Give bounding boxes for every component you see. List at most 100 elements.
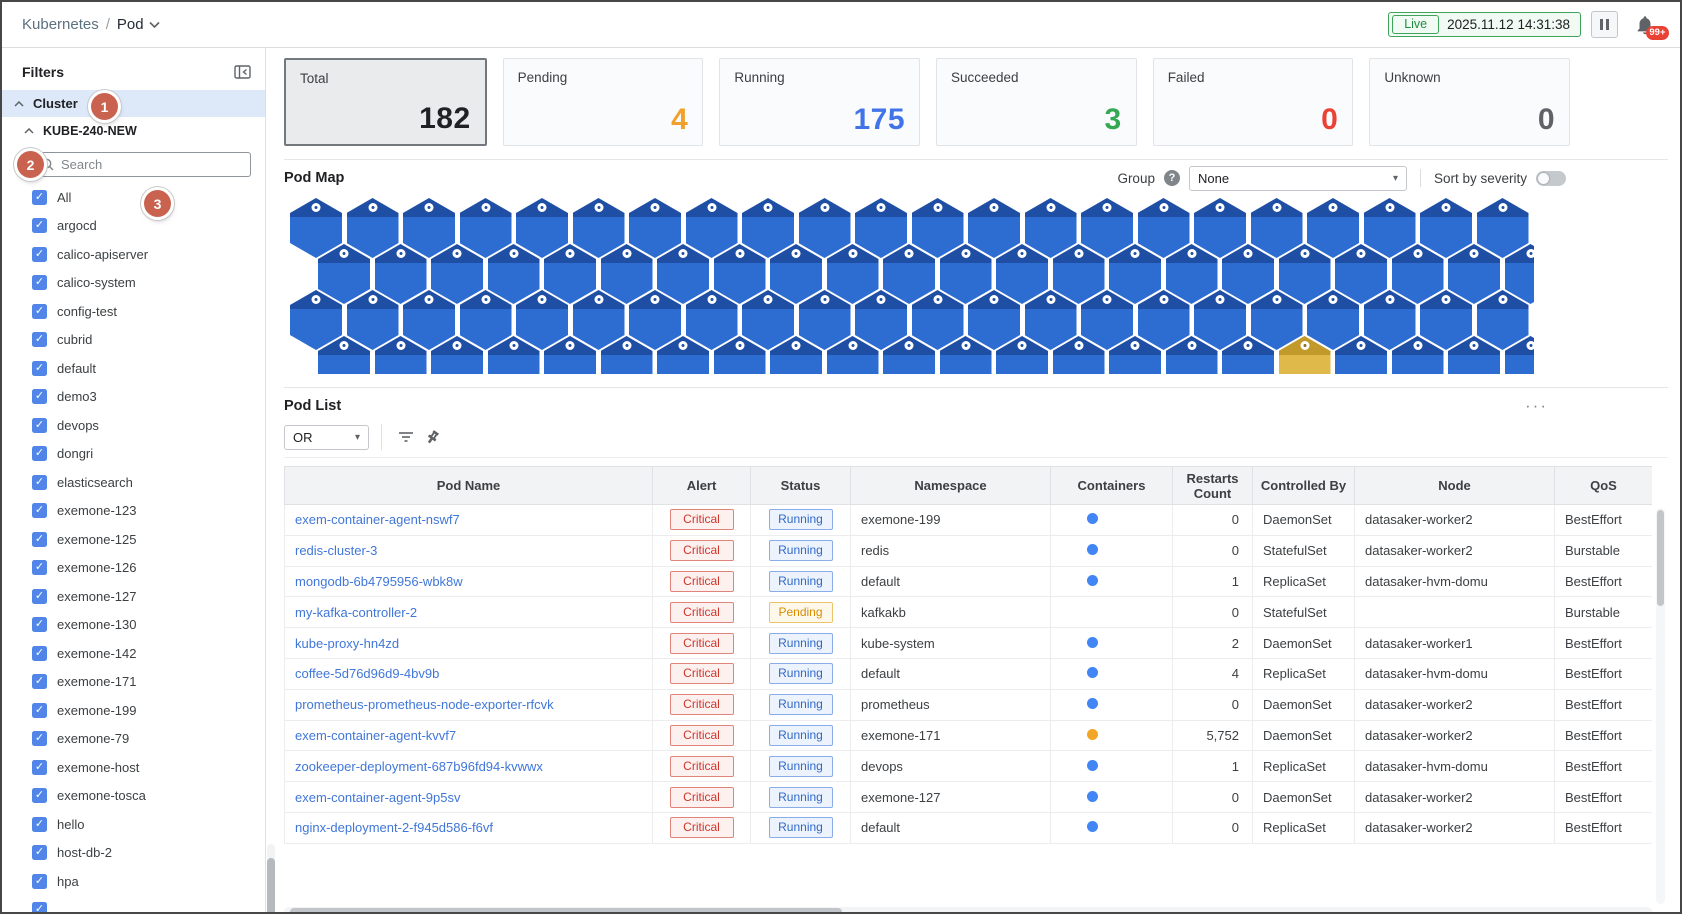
namespace-filter-item[interactable]: ✓ elasticsearch (2, 468, 265, 497)
column-header-pod-name[interactable]: Pod Name (284, 466, 653, 505)
pod-hexagon[interactable] (770, 336, 822, 374)
namespace-filter-item[interactable]: ✓ host-db-2 (2, 839, 265, 868)
pod-hexagon[interactable] (1109, 336, 1161, 374)
pod-hexagon[interactable] (1504, 336, 1534, 374)
checkbox-checked-icon[interactable]: ✓ (32, 417, 47, 433)
breadcrumb-page-dropdown[interactable]: Pod (117, 16, 160, 33)
group-select[interactable]: None ▾ (1188, 165, 1407, 191)
column-header-namespace[interactable]: Namespace (850, 466, 1051, 505)
pod-hexagon[interactable] (996, 336, 1048, 374)
column-header-controlled-by[interactable]: Controlled By (1252, 466, 1355, 505)
pod-hexagon[interactable] (1448, 336, 1500, 374)
namespace-filter-item[interactable]: ✓ exemone-tosca (2, 782, 265, 811)
sidebar-collapse-button[interactable] (234, 65, 251, 79)
alert-badge[interactable]: Critical (669, 601, 734, 623)
checkbox-checked-icon[interactable]: ✓ (32, 617, 47, 633)
namespace-filter-item[interactable]: ✓ config-test (2, 297, 265, 326)
alert-badge[interactable]: Critical (669, 786, 734, 808)
filter-operator-select[interactable]: OR ▾ (284, 424, 369, 450)
pod-hexagon[interactable] (1165, 336, 1218, 374)
alert-badge[interactable]: Critical (669, 724, 734, 746)
checkbox-checked-icon[interactable]: ✓ (32, 816, 47, 832)
pod-hexagon[interactable] (600, 336, 653, 374)
pod-name-link[interactable]: mongodb-6b4795956-wbk8w (295, 574, 463, 589)
namespace-filter-item[interactable]: ✓ cubrid (2, 326, 265, 355)
checkbox-checked-icon[interactable]: ✓ (32, 218, 47, 234)
checkbox-checked-icon[interactable]: ✓ (32, 645, 47, 661)
status-badge[interactable]: Running (768, 786, 833, 808)
column-header-containers[interactable]: Containers (1050, 466, 1173, 505)
status-badge[interactable]: Running (768, 817, 833, 839)
breadcrumb-root[interactable]: Kubernetes (22, 16, 99, 33)
namespace-filter-item-partial[interactable]: ✓ (2, 896, 265, 912)
search-input[interactable] (61, 157, 211, 172)
alert-badge[interactable]: Critical (669, 817, 734, 839)
pod-hexagon[interactable] (487, 336, 540, 374)
table-horizontal-scrollbar[interactable] (284, 907, 1652, 912)
namespace-filter-item[interactable]: ✓ default (2, 354, 265, 383)
pod-name-link[interactable]: prometheus-prometheus-node-exporter-rfcv… (295, 697, 554, 712)
namespace-filter-item[interactable]: ✓ exemone-123 (2, 497, 265, 526)
scrollbar-thumb[interactable] (1657, 510, 1664, 606)
scrollbar-thumb[interactable] (290, 908, 842, 912)
checkbox-checked-icon[interactable]: ✓ (32, 531, 47, 547)
namespace-filter-item[interactable]: ✓ hello (2, 810, 265, 839)
alert-badge[interactable]: Critical (669, 509, 734, 531)
namespace-filter-item[interactable]: ✓ exemone-125 (2, 525, 265, 554)
tree-node-cluster-name[interactable]: KUBE-240-NEW (2, 117, 265, 144)
status-badge[interactable]: Pending (768, 601, 833, 623)
status-badge[interactable]: Running (768, 755, 833, 777)
pod-hexagon-warning[interactable] (1278, 336, 1331, 374)
namespace-filter-item[interactable]: ✓ dongri (2, 440, 265, 469)
column-header-alert[interactable]: Alert (652, 466, 751, 505)
checkbox-checked-icon[interactable]: ✓ (32, 303, 47, 319)
checkbox-checked-icon[interactable]: ✓ (32, 788, 47, 804)
pod-hexagon[interactable] (826, 336, 879, 374)
pod-hexagon[interactable] (657, 336, 709, 374)
checkbox-checked-icon[interactable]: ✓ (32, 845, 47, 861)
checkbox-checked-icon[interactable]: ✓ (32, 332, 47, 348)
namespace-filter-item[interactable]: ✓ exemone-126 (2, 554, 265, 583)
summary-card-pending[interactable]: Pending 4 (502, 58, 704, 146)
status-badge[interactable]: Running (768, 540, 833, 562)
column-header-restarts-count[interactable]: Restarts Count (1172, 466, 1253, 505)
checkbox-checked-icon[interactable]: ✓ (32, 560, 47, 576)
checkbox-checked-icon[interactable]: ✓ (32, 189, 47, 205)
namespace-filter-item[interactable]: ✓ All (2, 183, 265, 212)
namespace-filter-item[interactable]: ✓ exemone-130 (2, 611, 265, 640)
pin-button[interactable] (419, 424, 445, 450)
namespace-filter-item[interactable]: ✓ exemone-142 (2, 639, 265, 668)
status-badge[interactable]: Running (768, 663, 833, 685)
checkbox-checked-icon[interactable]: ✓ (32, 275, 47, 291)
pod-hexagon[interactable] (939, 336, 992, 374)
pod-name-link[interactable]: redis-cluster-3 (295, 543, 377, 558)
status-badge[interactable]: Running (768, 632, 833, 654)
alert-badge[interactable]: Critical (669, 540, 734, 562)
namespace-filter-item[interactable]: ✓ exemone-199 (2, 696, 265, 725)
content-vertical-scrollbar[interactable] (267, 844, 275, 912)
status-badge[interactable]: Running (768, 724, 833, 746)
pod-hexagon[interactable] (1391, 336, 1444, 374)
scrollbar-thumb[interactable] (267, 858, 275, 912)
summary-card-unknown[interactable]: Unknown 0 (1369, 58, 1571, 146)
checkbox-checked-icon[interactable]: ✓ (32, 674, 47, 690)
alert-badge[interactable]: Critical (669, 663, 734, 685)
sort-by-severity-toggle[interactable] (1536, 170, 1566, 186)
namespace-filter-item[interactable]: ✓ exemone-171 (2, 668, 265, 697)
table-vertical-scrollbar[interactable] (1656, 508, 1665, 904)
pod-hexagon[interactable] (431, 336, 483, 374)
namespace-filter-item[interactable]: ✓ argocd (2, 212, 265, 241)
namespace-filter-item[interactable]: ✓ hpa (2, 867, 265, 896)
checkbox-checked-icon[interactable]: ✓ (32, 246, 47, 262)
checkbox-checked-icon[interactable]: ✓ (32, 902, 47, 912)
pod-hexagon[interactable] (883, 336, 935, 374)
notifications-button[interactable]: 99+ (1634, 13, 1669, 40)
pod-hexagon[interactable] (374, 336, 427, 374)
checkbox-checked-icon[interactable]: ✓ (32, 702, 47, 718)
namespace-filter-item[interactable]: ✓ exemone-79 (2, 725, 265, 754)
pod-name-link[interactable]: my-kafka-controller-2 (295, 605, 417, 620)
summary-card-failed[interactable]: Failed 0 (1152, 58, 1354, 146)
column-header-node[interactable]: Node (1354, 466, 1555, 505)
pod-name-link[interactable]: zookeeper-deployment-687b96fd94-kvwwx (295, 759, 543, 774)
alert-badge[interactable]: Critical (669, 632, 734, 654)
